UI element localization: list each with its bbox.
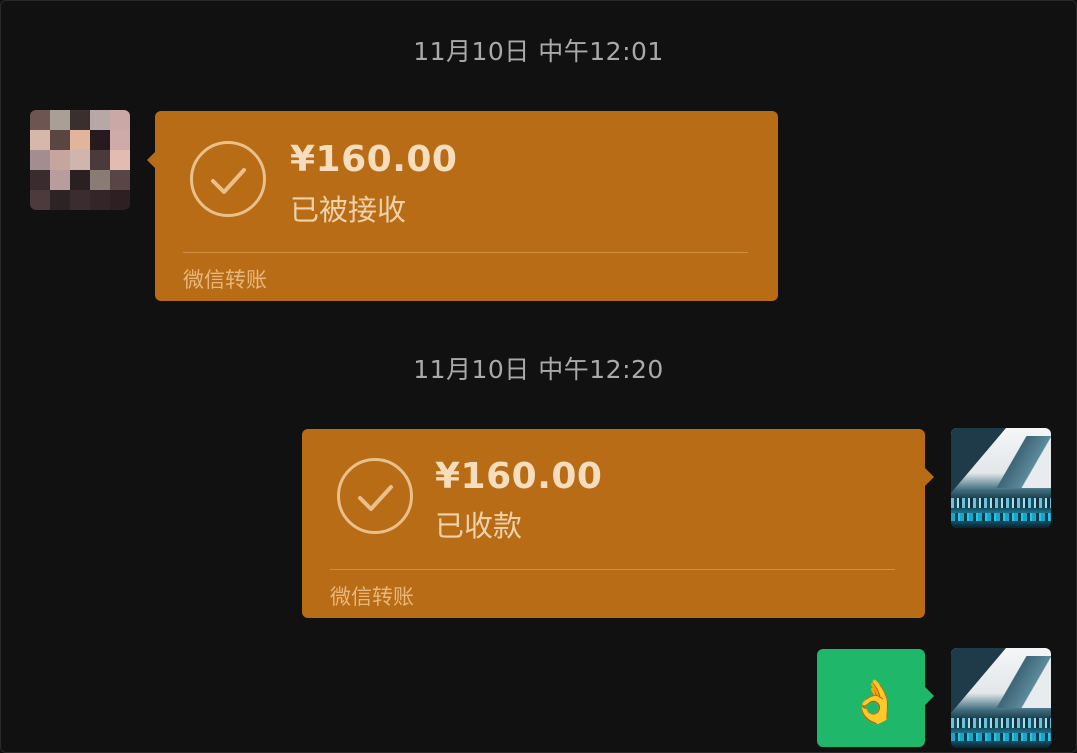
- check-circle-icon: [190, 141, 266, 217]
- contact-avatar[interactable]: [30, 110, 130, 210]
- ok-hand-icon: 👌: [849, 677, 902, 726]
- message-timestamp: 11月10日 中午12:01: [413, 37, 664, 66]
- transfer-card-accepted[interactable]: ¥160.00 已收款 微信转账: [302, 429, 925, 618]
- transfer-amount: ¥160.00: [435, 456, 603, 497]
- bubble-tail: [925, 687, 934, 705]
- emoji-message-bubble[interactable]: 👌: [817, 649, 925, 747]
- transfer-footer-label: 微信转账: [330, 585, 414, 609]
- card-divider: [330, 569, 895, 570]
- bubble-tail: [925, 468, 934, 486]
- transfer-footer-label: 微信转账: [183, 268, 267, 292]
- transfer-status: 已收款: [435, 509, 523, 543]
- message-timestamp: 11月10日 中午12:20: [413, 355, 664, 384]
- my-avatar[interactable]: [951, 648, 1051, 748]
- card-divider: [183, 252, 748, 253]
- transfer-amount: ¥160.00: [290, 139, 458, 180]
- transfer-card-received[interactable]: ¥160.00 已被接收 微信转账: [155, 111, 778, 301]
- transfer-status: 已被接收: [290, 193, 407, 227]
- my-avatar[interactable]: [951, 428, 1051, 528]
- check-circle-icon: [337, 458, 413, 534]
